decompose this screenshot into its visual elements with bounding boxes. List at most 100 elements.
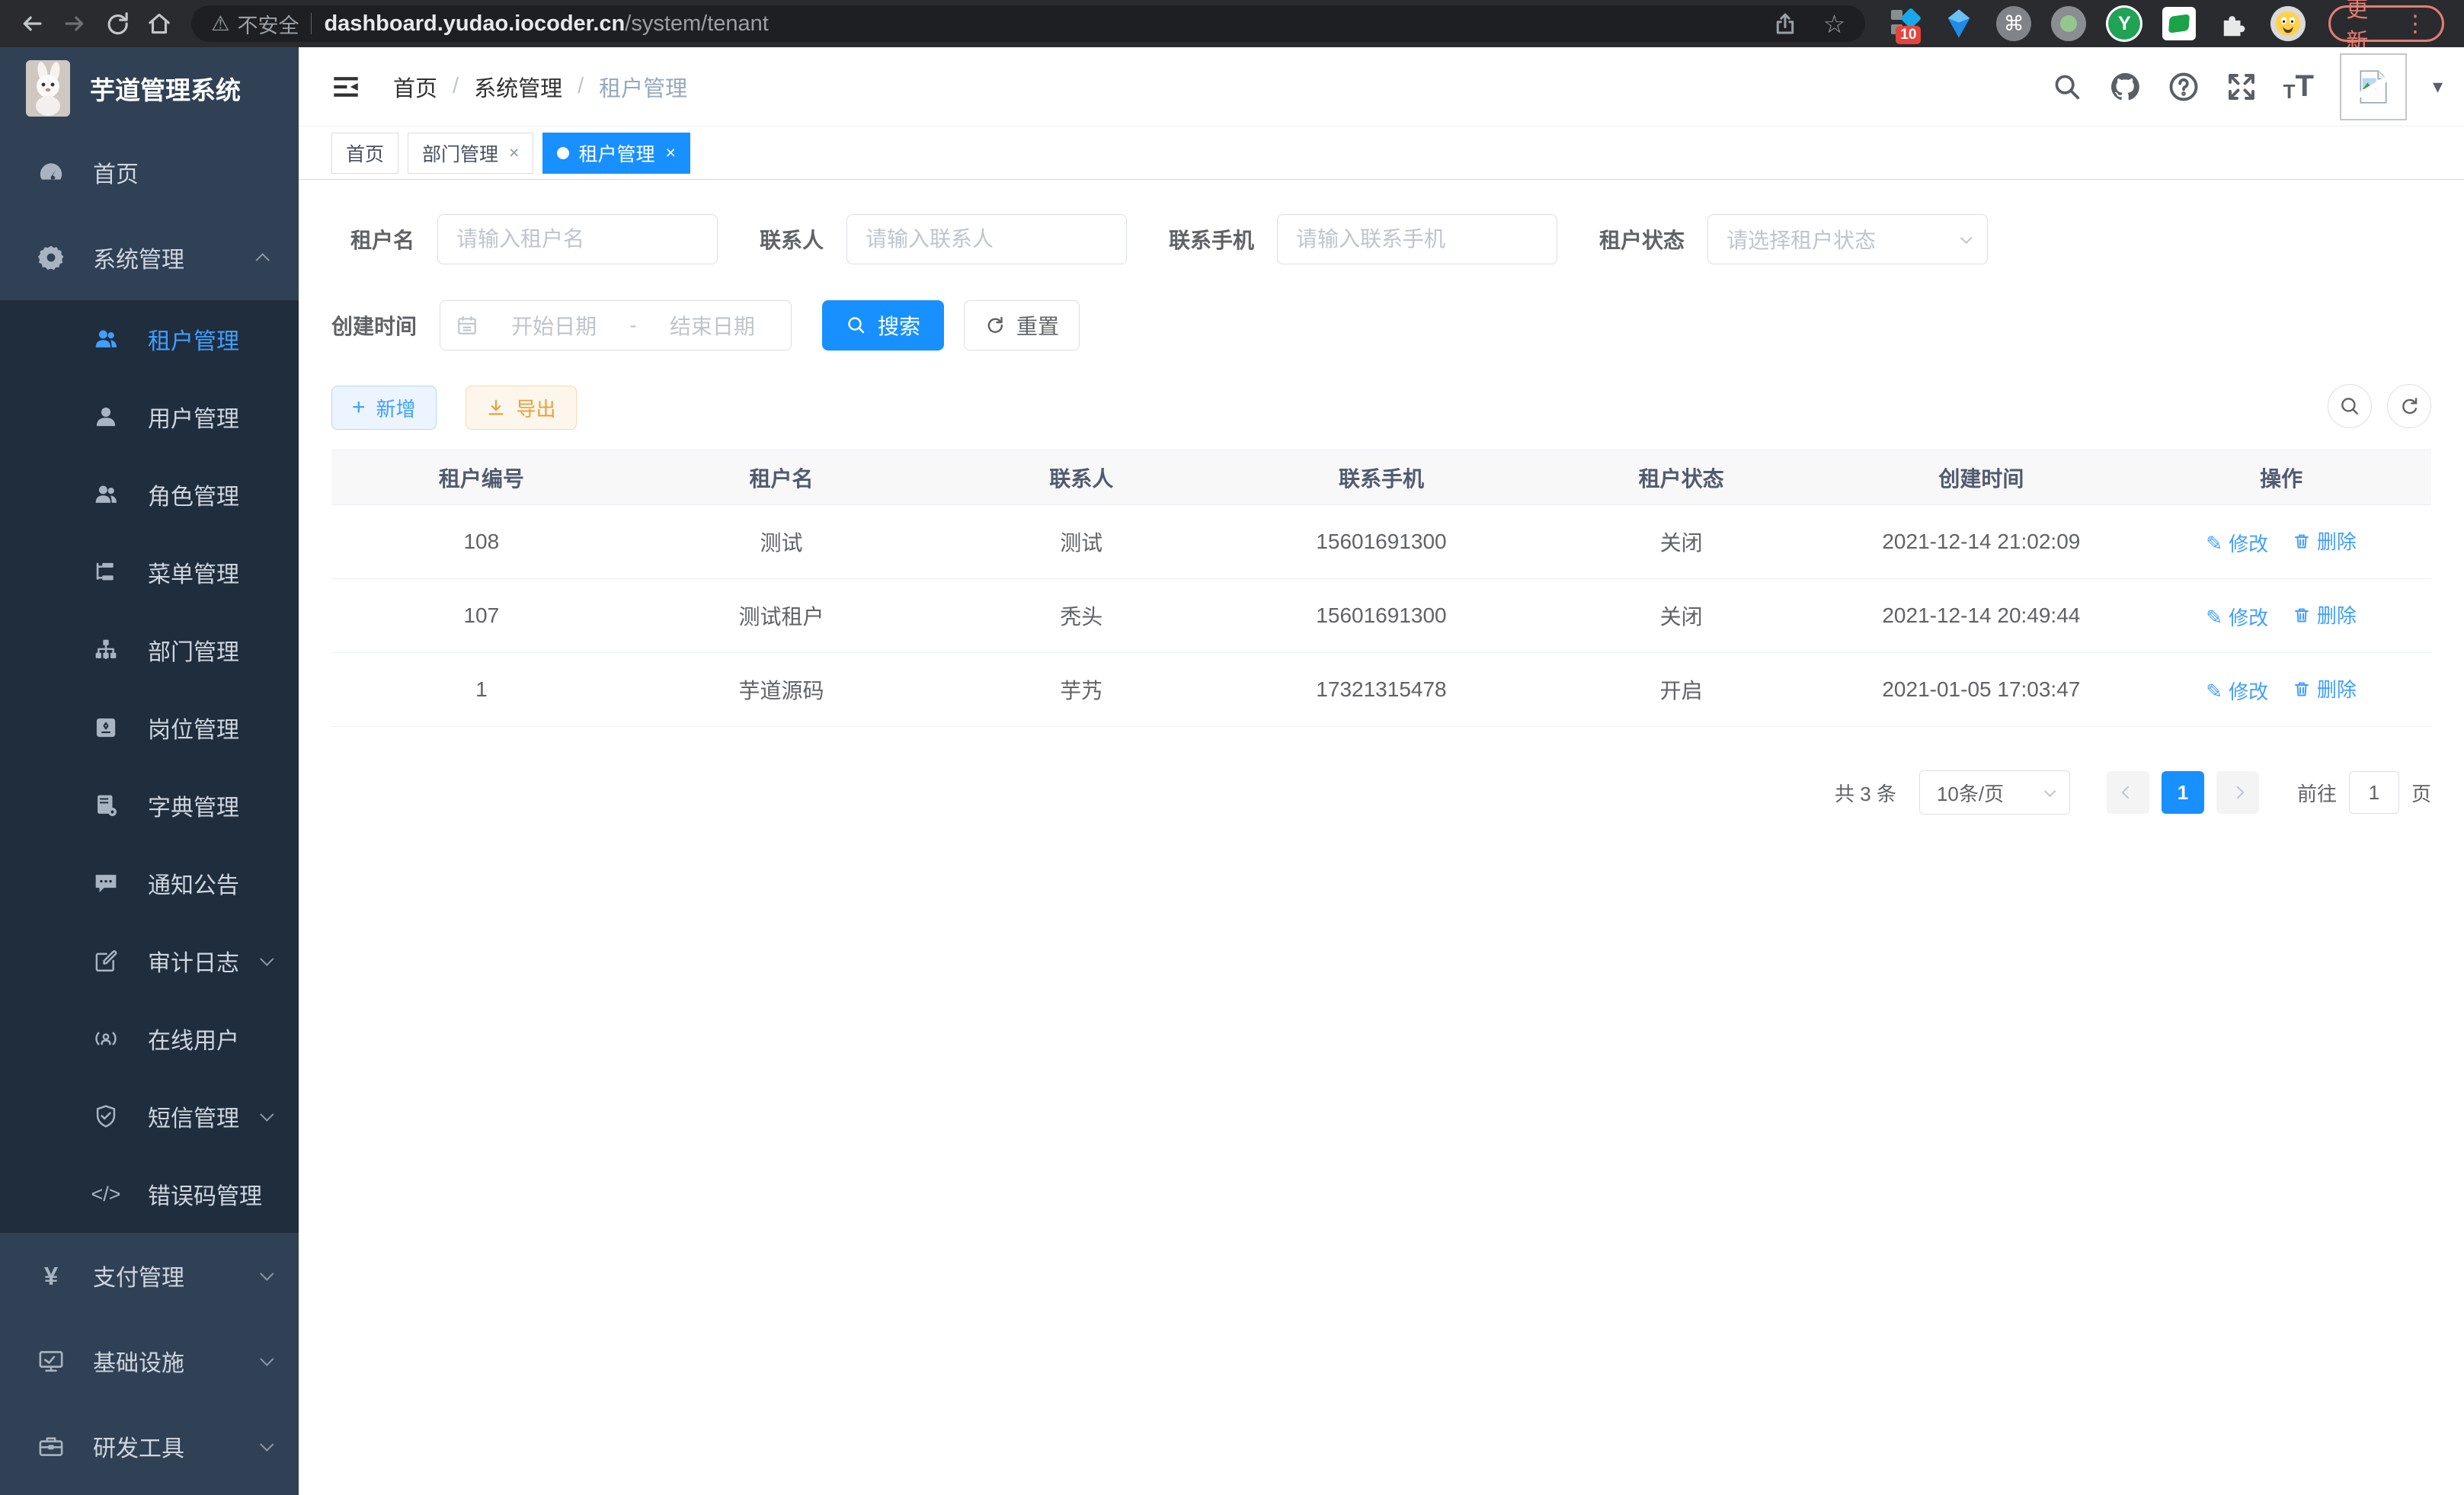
page-number-1[interactable]: 1 (2162, 771, 2204, 814)
sidebar-item-pay[interactable]: ¥ 支付管理 (0, 1233, 299, 1318)
prev-page-button[interactable] (2107, 771, 2149, 814)
profile-avatar-icon[interactable] (2270, 6, 2306, 41)
sidebar-item-tenant[interactable]: 租户管理 (0, 300, 299, 378)
browser-home-icon[interactable] (138, 5, 181, 42)
breadcrumb-current: 租户管理 (599, 71, 687, 103)
edit-button[interactable]: ✎修改 (2206, 677, 2268, 705)
sidebar-item-dict[interactable]: 字典管理 (0, 767, 299, 844)
create-time-label: 创建时间 (331, 310, 417, 341)
next-page-button[interactable] (2216, 771, 2259, 814)
breadcrumb: 首页 / 系统管理 / 租户管理 (393, 71, 687, 103)
edit-button[interactable]: ✎修改 (2206, 529, 2268, 557)
extension-command-icon[interactable]: ⌘ (1996, 6, 2031, 41)
add-button[interactable]: + 新增 (331, 386, 437, 430)
edit-button[interactable]: ✎修改 (2206, 603, 2268, 631)
browser-back-icon[interactable] (11, 5, 53, 42)
reset-button[interactable]: 重置 (964, 300, 1080, 351)
close-icon[interactable]: × (509, 142, 519, 163)
tab-home[interactable]: 首页 (331, 133, 398, 174)
sidebar-item-role[interactable]: 角色管理 (0, 456, 299, 533)
chevron-down-icon (260, 1266, 274, 1280)
org-chart-icon (90, 637, 122, 663)
extension-grid-icon[interactable]: 10 (1886, 6, 1922, 41)
total-count: 共 3 条 (1835, 779, 1896, 807)
chevron-left-icon (2121, 786, 2134, 799)
sidebar-item-infra[interactable]: 基础设施 (0, 1318, 299, 1404)
user-avatar[interactable] (2340, 53, 2407, 120)
breadcrumb-home[interactable]: 首页 (393, 71, 437, 103)
sidebar-item-menu[interactable]: 菜单管理 (0, 533, 299, 611)
tenant-name-label: 租户名 (350, 224, 414, 255)
extensions-puzzle-icon[interactable] (2216, 6, 2251, 41)
browser-menu-icon[interactable]: ⋮ (2404, 11, 2427, 37)
goto-page-input[interactable] (2349, 771, 2399, 814)
browser-reload-icon[interactable] (96, 5, 139, 42)
delete-button[interactable]: 删除 (2293, 600, 2357, 629)
toggle-search-button[interactable] (2328, 384, 2372, 428)
security-warning-icon[interactable]: ⚠ 不安全 (211, 9, 299, 39)
fullscreen-icon[interactable] (2226, 71, 2258, 103)
gear-icon (35, 244, 67, 271)
chevron-down-icon (1960, 232, 1973, 244)
dashboard-icon (35, 158, 67, 186)
mobile-input[interactable] (1277, 214, 1557, 264)
sidebar-item-system[interactable]: 系统管理 (0, 215, 299, 300)
bookmark-star-icon[interactable]: ☆ (1823, 9, 1846, 39)
sidebar-item-error-code[interactable]: </> 错误码管理 (0, 1155, 299, 1233)
sidebar-item-audit-log[interactable]: 审计日志 (0, 922, 299, 1000)
avatar-caret-icon[interactable]: ▾ (2433, 75, 2443, 98)
status-select[interactable]: 请选择租户状态 (1707, 214, 1988, 264)
browser-forward-icon[interactable] (53, 5, 96, 42)
sidebar-item-devtools[interactable]: 研发工具 (0, 1404, 299, 1489)
divider (311, 13, 312, 34)
refresh-table-button[interactable] (2387, 384, 2431, 428)
sidebar-item-user[interactable]: 用户管理 (0, 378, 299, 456)
tenant-name-input[interactable] (437, 214, 718, 264)
search-icon (2338, 395, 2361, 418)
tab-tenant[interactable]: 租户管理 × (542, 133, 690, 174)
font-size-icon[interactable]: TT (2283, 69, 2314, 104)
sidebar-item-post[interactable]: 岗位管理 (0, 689, 299, 767)
app-header: 首页 / 系统管理 / 租户管理 TT ▾ (299, 47, 2464, 126)
github-icon[interactable] (2108, 70, 2142, 104)
help-icon[interactable] (2168, 71, 2200, 103)
delete-button[interactable]: 删除 (2293, 674, 2357, 703)
sidebar-item-home[interactable]: 首页 (0, 130, 299, 215)
extension-kite-icon[interactable] (1941, 6, 1976, 41)
page-size-select[interactable]: 10条/页 (1919, 770, 2070, 815)
roles-icon (90, 482, 122, 507)
goto-label: 前往 (2297, 779, 2337, 807)
message-icon (90, 870, 122, 896)
extension-green-icon[interactable] (2162, 7, 2196, 40)
user-icon (90, 404, 122, 430)
export-button[interactable]: 导出 (466, 386, 577, 430)
browser-update-button[interactable]: 更新 ⋮ (2328, 5, 2444, 42)
sidebar-item-online-user[interactable]: 在线用户 (0, 1000, 299, 1077)
sidebar: 芋道管理系统 首页 系统管理 租户管理 用户管理 (0, 47, 299, 1495)
close-icon[interactable]: × (665, 142, 675, 163)
log-edit-icon (90, 948, 122, 974)
col-tenant-id: 租户编号 (331, 450, 632, 505)
date-range-picker[interactable]: 开始日期 - 结束日期 (440, 300, 792, 351)
sidebar-item-notice[interactable]: 通知公告 (0, 844, 299, 922)
tab-dept[interactable]: 部门管理 × (408, 133, 533, 174)
chevron-down-icon (260, 1437, 274, 1451)
shield-check-icon (90, 1103, 122, 1129)
sidebar-collapse-icon[interactable] (331, 72, 361, 102)
share-icon[interactable] (1773, 11, 1797, 36)
contact-label: 联系人 (760, 224, 824, 255)
extension-y-icon[interactable]: Y (2106, 5, 2142, 42)
online-user-icon (90, 1026, 122, 1052)
sidebar-item-dept[interactable]: 部门管理 (0, 611, 299, 689)
contact-input[interactable] (846, 214, 1127, 264)
sidebar-item-sms[interactable]: 短信管理 (0, 1077, 299, 1155)
dictionary-icon (90, 792, 122, 818)
extension-dot-icon[interactable] (2051, 6, 2086, 41)
table-row: 1 芋道源码 芋艿 17321315478 开启 2021-01-05 17:0… (331, 653, 2431, 727)
delete-button[interactable]: 删除 (2293, 527, 2357, 555)
address-bar[interactable]: ⚠ 不安全 dashboard.yudao.iocoder.cn/system/… (191, 5, 1865, 42)
header-search-icon[interactable] (2052, 72, 2082, 102)
search-button[interactable]: 搜索 (822, 300, 944, 351)
broken-image-icon (2354, 68, 2392, 106)
breadcrumb-system[interactable]: 系统管理 (474, 71, 562, 103)
